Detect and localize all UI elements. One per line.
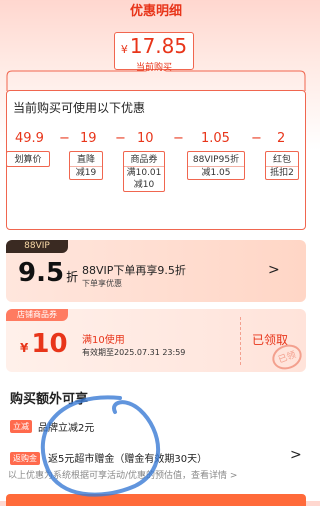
chevron-right-icon[interactable]: > xyxy=(268,262,280,278)
discount-value: 10 xyxy=(137,131,154,146)
price-connector xyxy=(6,70,306,92)
tag-label: 直降 xyxy=(76,155,95,165)
tag-red-packet: 红包 抵扣2 xyxy=(265,151,299,180)
store-coupon-card[interactable]: 店铺商品券 ¥10 满10使用 有效期至2025.07.31 23:59 已领取… xyxy=(6,309,306,374)
cashback-badge: 返购金 xyxy=(10,452,40,465)
instant-discount-text: 品牌立减2元 xyxy=(38,423,95,434)
minus-operator: − xyxy=(173,131,184,146)
vip-discount-unit: 折 xyxy=(66,270,79,284)
instant-discount-badge: 立减 xyxy=(10,420,32,433)
cashback-text[interactable]: 返5元超市赠金（赠金有效期30天） xyxy=(48,450,207,465)
tag-label: 88VIP95折 xyxy=(192,155,240,165)
coupon-amount: ¥10 xyxy=(20,329,68,359)
minus-operator: − xyxy=(251,131,262,146)
discount-value: 1.05 xyxy=(201,131,230,146)
coupon-divider xyxy=(240,317,241,365)
tag-amount: 满10.01 减10 xyxy=(124,166,164,191)
tag-amount: 抵扣2 xyxy=(266,166,298,179)
current-price-box: ¥17.85 当前购买 xyxy=(114,32,194,73)
tag-amount: 减1.05 xyxy=(188,166,244,179)
discount-value: 19 xyxy=(80,131,97,146)
estimate-footnote[interactable]: 以上优惠为系统根据可享活动/优惠的预估值，查看详情 > xyxy=(8,468,237,481)
tag-deal-price: 划算价 xyxy=(6,151,50,167)
minus-operator: − xyxy=(59,131,70,146)
vip-offer-card[interactable]: 88VIP 9.5 折 88VIP下单再享9.5折 下单享优惠 > xyxy=(6,240,306,302)
tag-label: 商品券 xyxy=(130,155,158,165)
discount-panel: 当前购买可使用以下优惠 49.9 − 19 − 10 − 1.05 − 2 划算… xyxy=(6,90,306,230)
tag-label: 红包 xyxy=(272,155,291,165)
current-price-amount: ¥17.85 xyxy=(115,34,193,62)
extra-benefits-title: 购买额外可享 xyxy=(10,392,89,407)
coupon-badge: 店铺商品券 xyxy=(6,309,68,321)
vip-offer-subtext: 下单享优惠 xyxy=(82,279,122,288)
tag-product-coupon: 商品券 满10.01 减10 xyxy=(123,151,165,192)
vip-badge: 88VIP xyxy=(6,240,68,253)
currency-symbol: ¥ xyxy=(120,43,128,56)
discount-value: 2 xyxy=(277,131,286,146)
coupon-condition: 满10使用 xyxy=(82,335,125,346)
tag-amount: 减19 xyxy=(70,166,102,179)
coupon-validity: 有效期至2025.07.31 23:59 xyxy=(82,348,186,357)
coupon-currency: ¥ xyxy=(20,341,29,355)
discount-equation: 49.9 − 19 − 10 − 1.05 − 2 xyxy=(7,131,305,149)
price-base: 49.9 xyxy=(15,131,44,146)
vip-discount-value: 9.5 xyxy=(18,258,65,288)
discount-panel-title: 当前购买可使用以下优惠 xyxy=(13,101,146,115)
price-value: 17.85 xyxy=(129,34,188,58)
vip-discount: 9.5 折 xyxy=(18,258,78,288)
bottom-action-bar[interactable] xyxy=(6,494,306,506)
vip-offer-text: 88VIP下单再享9.5折 xyxy=(82,264,186,277)
chevron-right-icon[interactable]: > xyxy=(290,447,302,463)
minus-operator: − xyxy=(115,131,126,146)
tag-vip-discount: 88VIP95折 减1.05 xyxy=(187,151,245,180)
tag-label: 划算价 xyxy=(14,155,42,165)
coupon-value: 10 xyxy=(31,329,68,359)
page-title: 优惠明细 xyxy=(129,4,182,19)
tag-direct-discount: 直降 减19 xyxy=(69,151,103,180)
